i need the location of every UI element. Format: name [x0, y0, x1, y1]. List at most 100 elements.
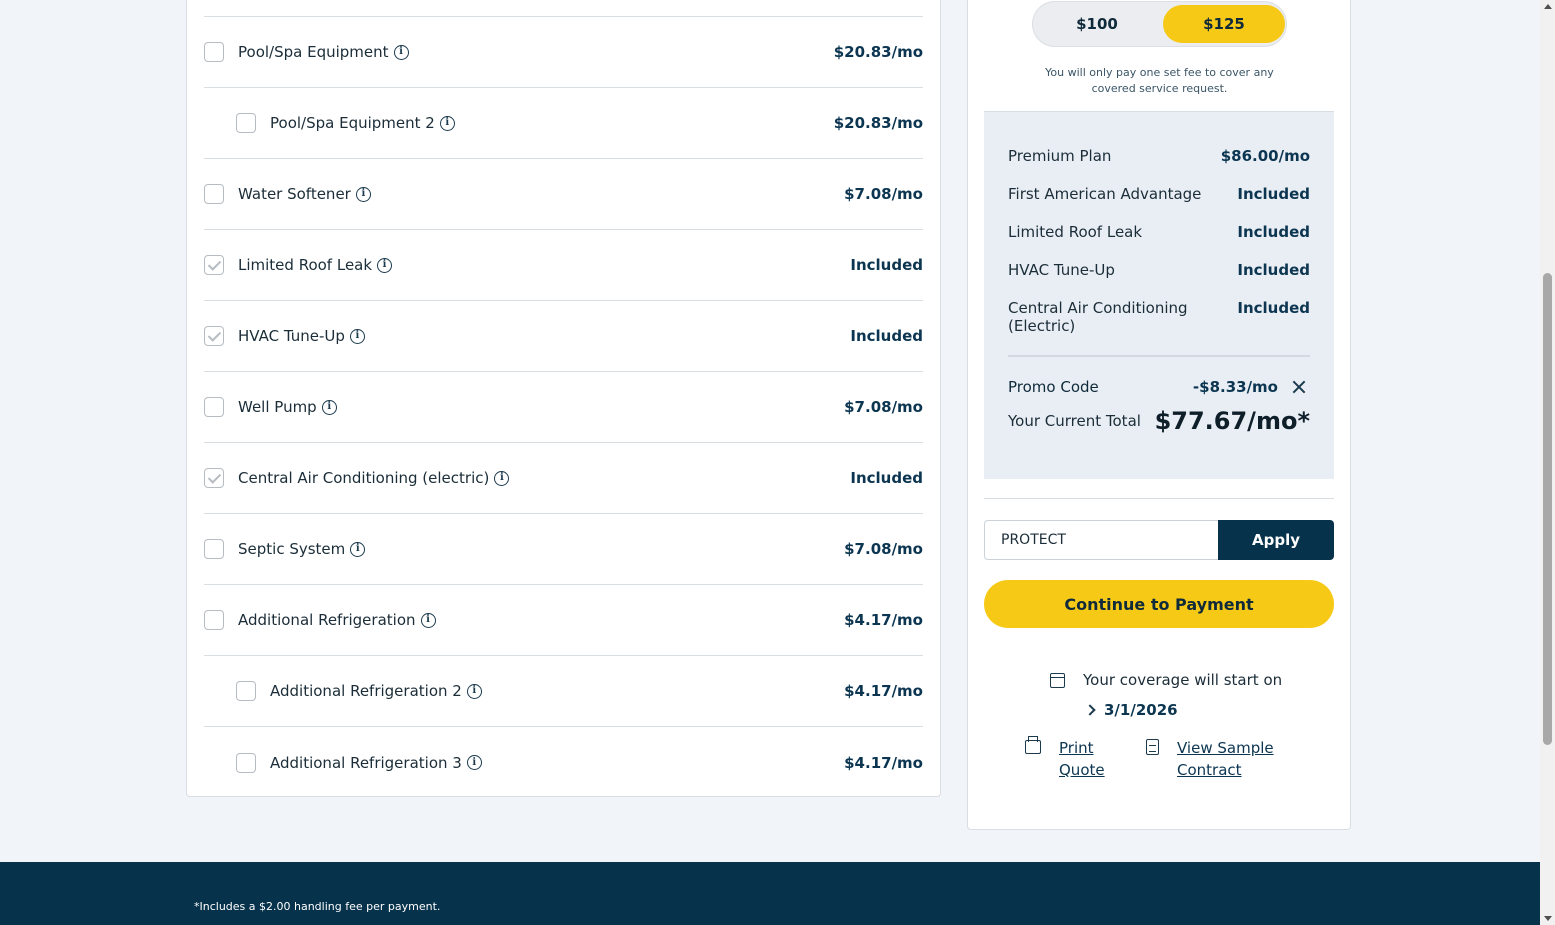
- checkbox-checked[interactable]: [204, 468, 224, 488]
- fee-option-125-selected[interactable]: $125: [1163, 5, 1285, 43]
- coverage-text: Your coverage will start on: [1083, 671, 1283, 689]
- info-icon[interactable]: i: [355, 186, 371, 202]
- checkbox[interactable]: [204, 42, 224, 62]
- option-label: Additional Refrigeration 3: [270, 753, 462, 772]
- summary-line-item: Central Air Conditioning (Electric) Incl…: [1008, 299, 1310, 335]
- link-line: View Sample: [1177, 739, 1274, 757]
- scroll-thumb[interactable]: [1543, 273, 1552, 745]
- link-line: Print: [1059, 739, 1094, 757]
- checkbox-checked[interactable]: [204, 326, 224, 346]
- footer: *Includes a $2.00 handling fee per payme…: [0, 862, 1540, 925]
- checkbox[interactable]: [236, 681, 256, 701]
- option-label: Well Pump: [238, 398, 317, 416]
- total-value: $77.67/mo*: [1154, 407, 1310, 435]
- link-line: Contract: [1177, 761, 1242, 779]
- fee-option-100[interactable]: $100: [1036, 5, 1158, 43]
- summary-label: Limited Roof Leak: [1008, 223, 1143, 241]
- view-contract-text[interactable]: View Sample Contract: [1177, 737, 1277, 781]
- checkbox-checked[interactable]: [204, 255, 224, 275]
- promo-code-row: Promo Code -$8.33/mo: [1008, 378, 1310, 396]
- option-row-septic-system[interactable]: Septic System i $7.08/mo: [204, 514, 923, 585]
- coverage-date: 3/1/2026: [1104, 701, 1178, 719]
- info-icon[interactable]: i: [321, 399, 337, 415]
- option-row-pool-spa[interactable]: Pool/Spa Equipment i $20.83/mo: [204, 17, 923, 88]
- summary-label: Premium Plan: [1008, 147, 1112, 165]
- summary-label: First American Advantage: [1008, 185, 1202, 203]
- info-icon[interactable]: i: [393, 44, 409, 60]
- calendar-icon: [1050, 672, 1065, 688]
- divider: [984, 498, 1334, 499]
- checkbox[interactable]: [236, 113, 256, 133]
- option-row-additional-refrigeration-3[interactable]: Additional Refrigeration 3 i $4.17/mo: [204, 727, 923, 798]
- info-icon[interactable]: i: [439, 115, 455, 131]
- option-price: Included: [850, 256, 923, 274]
- chevron-right-icon: [1084, 704, 1096, 716]
- info-icon[interactable]: i: [349, 328, 365, 344]
- option-row-hvac-tune-up[interactable]: HVAC Tune-Up i Included: [204, 301, 923, 372]
- summary-value: Included: [1237, 261, 1310, 279]
- option-row-central-air[interactable]: Central Air Conditioning (electric) i In…: [204, 443, 923, 514]
- option-price: $7.08/mo: [844, 540, 923, 558]
- info-icon[interactable]: i: [466, 755, 482, 770]
- coverage-date-toggle[interactable]: 3/1/2026: [1084, 701, 1178, 719]
- summary-label: HVAC Tune-Up: [1008, 261, 1115, 279]
- apply-button[interactable]: Apply: [1218, 520, 1334, 560]
- link-line: Quote: [1059, 761, 1105, 779]
- option-price: Included: [850, 327, 923, 345]
- option-label: Central Air Conditioning (electric): [238, 469, 490, 487]
- fee-note: You will only pay one set fee to cover a…: [1045, 66, 1274, 95]
- close-icon[interactable]: [1292, 380, 1306, 394]
- document-icon: [1146, 739, 1159, 755]
- scroll-up-icon[interactable]: [1544, 4, 1552, 9]
- total-label: Your Current Total: [1008, 412, 1141, 430]
- info-icon[interactable]: i: [420, 612, 436, 628]
- option-label: Limited Roof Leak: [238, 256, 373, 274]
- promo-label: Promo Code: [1008, 378, 1099, 396]
- print-quote-text[interactable]: Print Quote: [1059, 737, 1159, 781]
- checkbox[interactable]: [204, 397, 224, 417]
- footer-note: *Includes a $2.00 handling fee per payme…: [194, 900, 441, 913]
- coverage-start: Your coverage will start on: [1050, 671, 1282, 689]
- option-price: $20.83/mo: [833, 114, 923, 132]
- checkbox[interactable]: [204, 184, 224, 204]
- option-label: Pool/Spa Equipment: [238, 43, 389, 61]
- totals-panel: Premium Plan $86.00/mo First American Ad…: [984, 112, 1334, 479]
- option-price: $4.17/mo: [844, 682, 923, 700]
- print-quote-link[interactable]: Print Quote: [1025, 736, 1159, 781]
- summary-line-item: HVAC Tune-Up Included: [1008, 261, 1310, 279]
- option-row-well-pump[interactable]: Well Pump i $7.08/mo: [204, 372, 923, 443]
- service-fee-toggle[interactable]: $100 $125: [1032, 1, 1287, 47]
- option-price: $4.17/mo: [844, 611, 923, 629]
- option-row-water-softener[interactable]: Water Softener i $7.08/mo: [204, 159, 923, 230]
- option-label: Pool/Spa Equipment 2: [270, 114, 435, 132]
- option-label: Additional Refrigeration: [238, 611, 416, 629]
- promo-code-input[interactable]: [984, 520, 1218, 560]
- info-icon[interactable]: i: [350, 541, 366, 557]
- summary-label: Central Air Conditioning (Electric): [1008, 299, 1188, 335]
- info-icon[interactable]: i: [466, 683, 482, 699]
- checkbox[interactable]: [204, 539, 224, 559]
- summary-value: $86.00/mo: [1220, 147, 1310, 165]
- scrollbar[interactable]: [1540, 0, 1555, 925]
- summary-line-item: Limited Roof Leak Included: [1008, 223, 1310, 241]
- checkbox[interactable]: [236, 752, 256, 773]
- option-label: Additional Refrigeration 2: [270, 682, 462, 700]
- option-row-additional-refrigeration-2[interactable]: Additional Refrigeration 2 i $4.17/mo: [204, 656, 923, 727]
- summary-value: Included: [1237, 185, 1310, 203]
- total-row: Your Current Total $77.67/mo*: [1008, 407, 1310, 435]
- scroll-down-icon[interactable]: [1544, 916, 1552, 921]
- option-row-pool-spa-2[interactable]: Pool/Spa Equipment 2 i $20.83/mo: [204, 88, 923, 159]
- summary-value: Included: [1237, 223, 1310, 241]
- option-price: Included: [850, 469, 923, 487]
- printer-icon: [1025, 736, 1041, 754]
- divider: [1008, 355, 1310, 357]
- continue-to-payment-button[interactable]: Continue to Payment: [984, 580, 1334, 628]
- view-sample-contract-link[interactable]: View Sample Contract: [1146, 737, 1277, 781]
- option-row-additional-refrigeration[interactable]: Additional Refrigeration i $4.17/mo: [204, 585, 923, 656]
- checkbox[interactable]: [204, 610, 224, 630]
- info-icon[interactable]: i: [377, 257, 393, 273]
- info-icon[interactable]: i: [494, 470, 510, 486]
- option-row-limited-roof-leak[interactable]: Limited Roof Leak i Included: [204, 230, 923, 301]
- option-price: $4.17/mo: [844, 753, 923, 772]
- option-price: $20.83/mo: [833, 43, 923, 61]
